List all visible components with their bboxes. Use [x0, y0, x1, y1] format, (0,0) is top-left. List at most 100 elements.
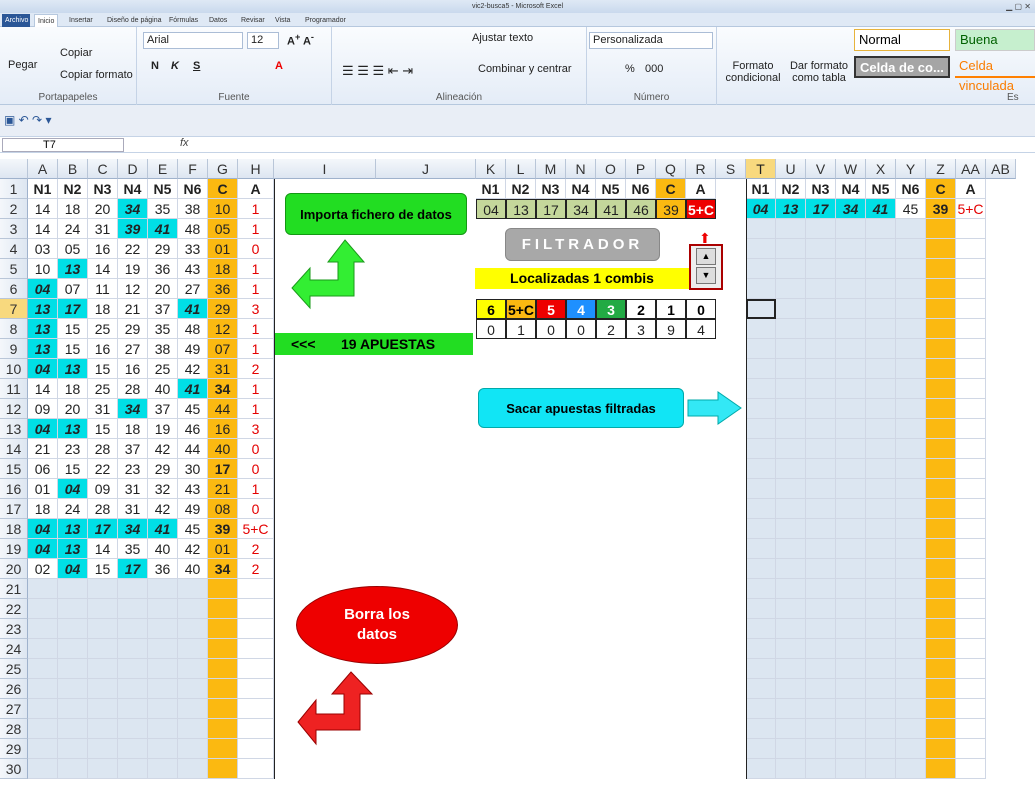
data-cell[interactable]: 20 [88, 199, 118, 219]
empty-cell[interactable] [806, 659, 836, 679]
align-icons[interactable]: ☰ ☰ ☰ ⇤ ⇥ [342, 63, 413, 79]
empty-cell[interactable] [746, 679, 776, 699]
data-cell[interactable]: 1 [238, 199, 274, 219]
import-data-button[interactable]: Importa fichero de datos [285, 193, 467, 235]
empty-cell[interactable] [926, 359, 956, 379]
row-header[interactable]: 29 [0, 739, 28, 759]
select-all-corner[interactable] [0, 159, 28, 179]
empty-cell[interactable] [28, 739, 58, 759]
row-header[interactable]: 8 [0, 319, 28, 339]
empty-cell[interactable] [806, 559, 836, 579]
empty-cell[interactable] [806, 359, 836, 379]
empty-cell[interactable] [28, 659, 58, 679]
data-cell[interactable]: 14 [88, 539, 118, 559]
empty-cell[interactable] [926, 519, 956, 539]
empty-cell[interactable] [956, 499, 986, 519]
empty-cell[interactable] [776, 659, 806, 679]
stats-header[interactable]: 5+C [506, 299, 536, 319]
empty-cell[interactable] [866, 739, 896, 759]
spinner[interactable]: ▲ ▼ [689, 244, 723, 290]
key-header[interactable]: A [686, 179, 716, 199]
empty-cell[interactable] [746, 599, 776, 619]
empty-cell[interactable] [926, 699, 956, 719]
empty-cell[interactable] [956, 419, 986, 439]
empty-cell[interactable] [28, 759, 58, 779]
stats-value[interactable]: 1 [506, 319, 536, 339]
data-cell[interactable]: 36 [148, 259, 178, 279]
row-header[interactable]: 4 [0, 239, 28, 259]
key-header[interactable]: N2 [506, 179, 536, 199]
data-cell[interactable]: 11 [88, 279, 118, 299]
empty-cell[interactable] [58, 719, 88, 739]
empty-cell[interactable] [806, 399, 836, 419]
empty-cell[interactable] [836, 639, 866, 659]
empty-cell[interactable] [866, 539, 896, 559]
data-cell[interactable]: 10 [28, 259, 58, 279]
empty-cell[interactable] [866, 219, 896, 239]
data-cell[interactable]: 34 [208, 379, 238, 399]
empty-cell[interactable] [178, 599, 208, 619]
empty-cell[interactable] [238, 699, 274, 719]
empty-cell[interactable] [926, 399, 956, 419]
empty-cell[interactable] [148, 759, 178, 779]
empty-cell[interactable] [926, 579, 956, 599]
empty-cell[interactable] [746, 459, 776, 479]
empty-cell[interactable] [776, 519, 806, 539]
data-cell[interactable]: 25 [88, 319, 118, 339]
fx-icon[interactable]: fx [180, 137, 189, 149]
data-cell[interactable]: 28 [88, 439, 118, 459]
data-cell[interactable]: 2 [238, 539, 274, 559]
stats-value[interactable]: 4 [686, 319, 716, 339]
data-cell[interactable]: 04 [28, 279, 58, 299]
empty-cell[interactable] [806, 639, 836, 659]
empty-cell[interactable] [776, 459, 806, 479]
empty-cell[interactable] [836, 719, 866, 739]
data-cell[interactable]: 41 [148, 519, 178, 539]
data-cell[interactable]: 39 [208, 519, 238, 539]
data-cell[interactable]: 33 [178, 239, 208, 259]
empty-cell[interactable] [806, 299, 836, 319]
data-cell[interactable]: 30 [178, 459, 208, 479]
format-as-table-button[interactable]: Dar formato como tabla [787, 60, 851, 84]
empty-cell[interactable] [776, 719, 806, 739]
empty-cell[interactable] [956, 599, 986, 619]
empty-cell[interactable] [178, 739, 208, 759]
empty-cell[interactable] [746, 299, 776, 319]
key-value[interactable]: 46 [626, 199, 656, 219]
tab-0[interactable]: Archivo [2, 14, 30, 27]
data-cell[interactable]: 43 [178, 479, 208, 499]
data-cell[interactable]: 40 [178, 559, 208, 579]
empty-cell[interactable] [776, 739, 806, 759]
empty-cell[interactable] [866, 239, 896, 259]
data-cell[interactable]: 40 [148, 379, 178, 399]
column-header[interactable]: S [716, 159, 746, 179]
empty-cell[interactable] [746, 759, 776, 779]
row-header[interactable]: 17 [0, 499, 28, 519]
empty-cell[interactable] [926, 759, 956, 779]
stats-header[interactable]: 6 [476, 299, 506, 319]
empty-cell[interactable] [836, 699, 866, 719]
formula-input[interactable] [200, 138, 1030, 152]
empty-cell[interactable] [806, 319, 836, 339]
empty-cell[interactable] [956, 479, 986, 499]
conditional-format-button[interactable]: Formato condicional [723, 60, 783, 84]
data-cell[interactable]: 34 [118, 519, 148, 539]
row-header[interactable]: 21 [0, 579, 28, 599]
data-cell[interactable]: 01 [28, 479, 58, 499]
data-cell[interactable]: 42 [178, 539, 208, 559]
empty-cell[interactable] [836, 239, 866, 259]
right-header[interactable]: N3 [806, 179, 836, 199]
empty-cell[interactable] [896, 739, 926, 759]
data-cell[interactable]: 12 [208, 319, 238, 339]
empty-cell[interactable] [956, 619, 986, 639]
empty-cell[interactable] [926, 379, 956, 399]
empty-cell[interactable] [896, 359, 926, 379]
data-cell[interactable]: 0 [238, 499, 274, 519]
key-value[interactable]: 04 [476, 199, 506, 219]
empty-cell[interactable] [896, 639, 926, 659]
empty-cell[interactable] [58, 579, 88, 599]
empty-cell[interactable] [836, 459, 866, 479]
empty-cell[interactable] [956, 379, 986, 399]
data-cell[interactable]: 04 [28, 519, 58, 539]
empty-cell[interactable] [746, 339, 776, 359]
